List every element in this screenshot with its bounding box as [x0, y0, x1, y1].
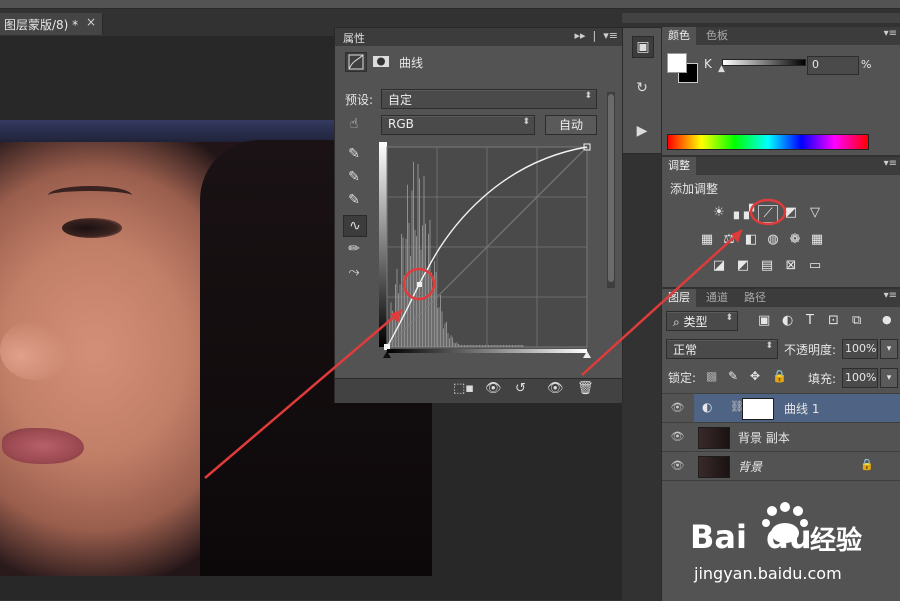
baidu-watermark: Bai du 经验 jingyan.baidu.com	[690, 498, 900, 598]
watermark-url: jingyan.baidu.com	[694, 564, 842, 583]
annotation-arrowhead	[390, 310, 402, 323]
watermark-brand: Bai	[690, 518, 747, 556]
annotation-arrow-line	[204, 309, 403, 479]
annotation-arrow-line	[581, 229, 743, 376]
watermark-cn: 经验	[810, 526, 863, 556]
annotation-arrowhead	[731, 230, 742, 243]
watermark-brand2: du	[766, 518, 812, 556]
